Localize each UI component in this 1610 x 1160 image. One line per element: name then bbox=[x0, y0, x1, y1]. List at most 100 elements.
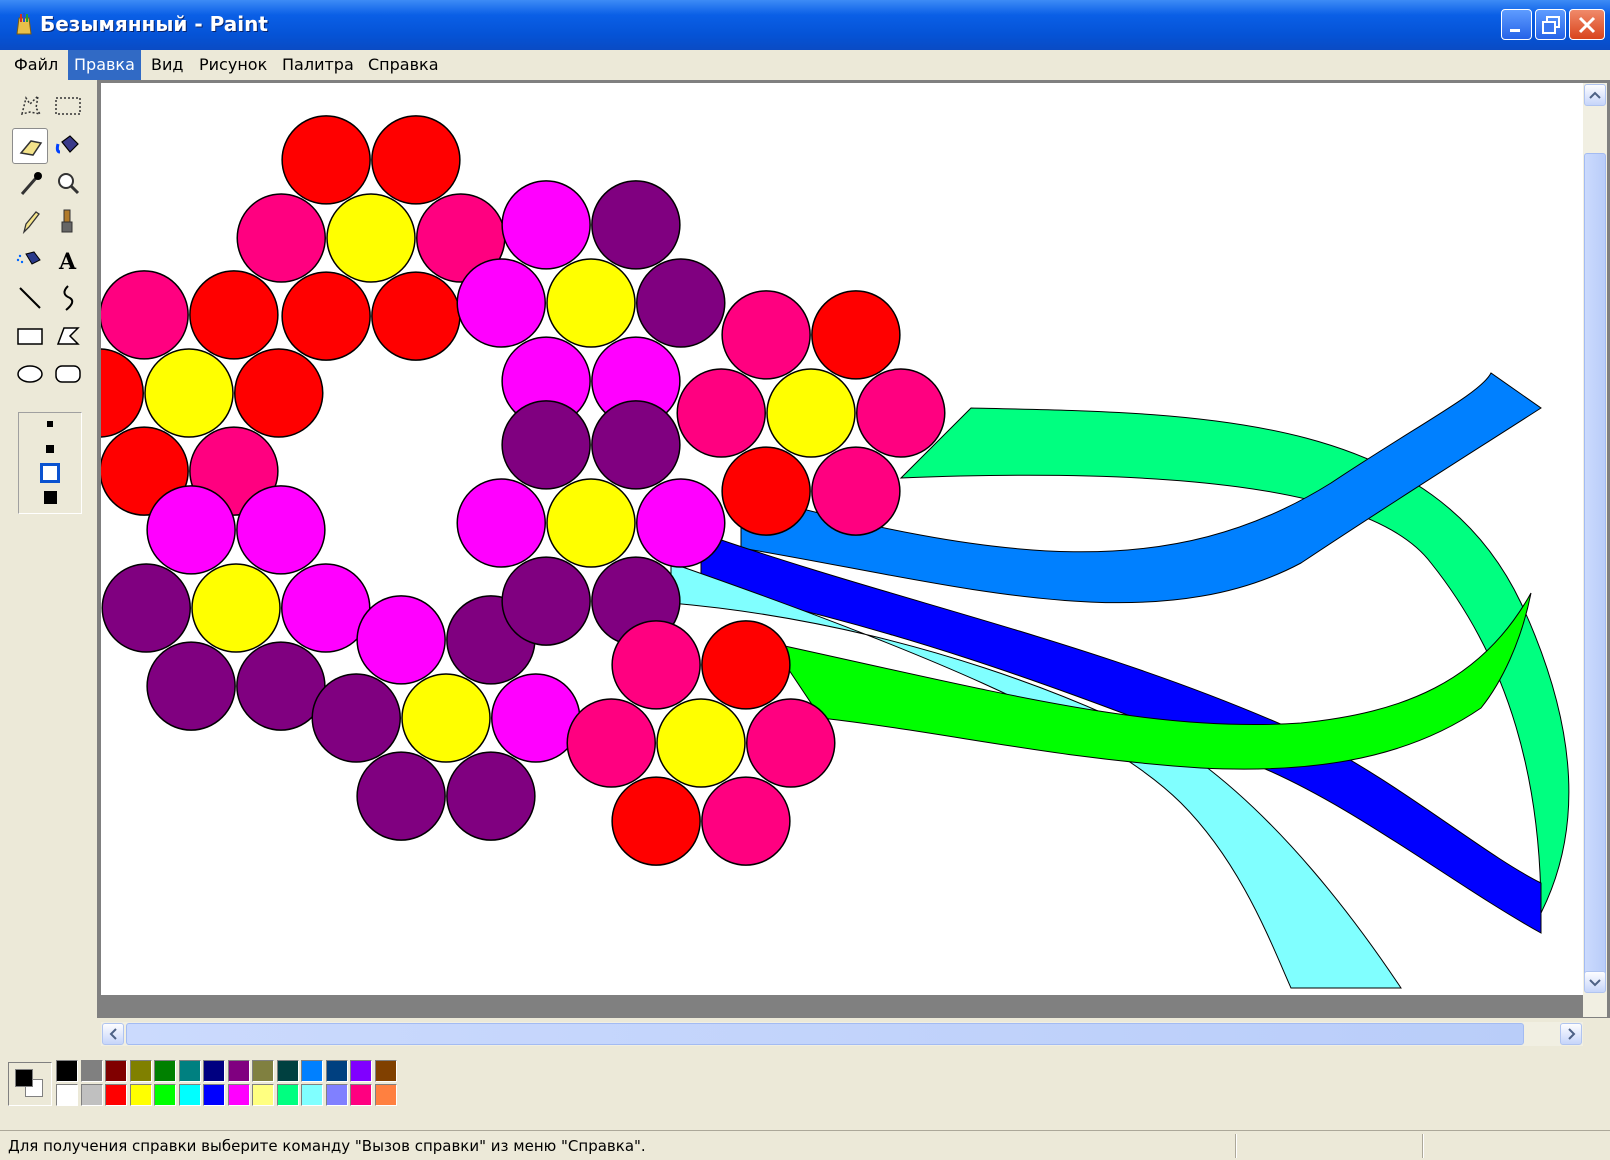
flower-petal bbox=[746, 698, 836, 788]
restore-button[interactable] bbox=[1535, 9, 1566, 40]
palette-swatch[interactable] bbox=[56, 1084, 78, 1106]
palette-swatch[interactable] bbox=[252, 1084, 274, 1106]
palette-swatch[interactable] bbox=[374, 1060, 397, 1082]
close-button[interactable] bbox=[1569, 9, 1605, 40]
menu-view[interactable]: Вид bbox=[145, 50, 189, 80]
minimize-button[interactable] bbox=[1501, 9, 1532, 40]
curve-icon bbox=[63, 285, 74, 311]
palette-swatch[interactable] bbox=[178, 1060, 201, 1082]
flower-petal bbox=[371, 115, 461, 205]
rectangle-tool[interactable] bbox=[12, 318, 48, 354]
curve-tool[interactable] bbox=[50, 280, 86, 316]
flower-petal bbox=[356, 751, 446, 841]
brush-tool[interactable] bbox=[50, 204, 86, 240]
drawing-canvas[interactable] bbox=[101, 83, 1583, 995]
scroll-up-button[interactable] bbox=[1584, 84, 1606, 106]
palette-swatch[interactable] bbox=[227, 1084, 250, 1106]
flower-petal bbox=[611, 620, 701, 710]
scroll-left-button[interactable] bbox=[102, 1023, 124, 1045]
palette-swatch[interactable] bbox=[325, 1060, 348, 1082]
flower-petal bbox=[326, 193, 416, 283]
palette-swatch[interactable] bbox=[129, 1084, 152, 1106]
palette-swatch[interactable] bbox=[178, 1084, 201, 1106]
palette-swatch[interactable] bbox=[325, 1084, 348, 1106]
text-tool[interactable]: A bbox=[50, 242, 86, 278]
pencil-tool[interactable] bbox=[12, 204, 48, 240]
current-colors[interactable] bbox=[8, 1062, 52, 1106]
eyedropper-tool[interactable] bbox=[12, 166, 48, 202]
palette-swatch[interactable] bbox=[276, 1084, 299, 1106]
flower-petal bbox=[356, 595, 446, 685]
rounded-rect-tool[interactable] bbox=[50, 356, 86, 392]
flower-petal bbox=[446, 751, 536, 841]
title-bar[interactable]: Безымянный - Paint bbox=[0, 0, 1610, 50]
palette-swatch[interactable] bbox=[301, 1084, 323, 1106]
palette-swatch[interactable] bbox=[129, 1060, 152, 1082]
palette-swatch[interactable] bbox=[154, 1084, 176, 1106]
palette-swatch[interactable] bbox=[105, 1084, 127, 1106]
menu-file[interactable]: Файл bbox=[8, 50, 64, 80]
palette-swatch[interactable] bbox=[350, 1084, 372, 1106]
flower-petal bbox=[146, 485, 236, 575]
palette-swatch[interactable] bbox=[80, 1060, 103, 1082]
flower-petal bbox=[491, 673, 581, 763]
fill-tool[interactable] bbox=[50, 128, 86, 164]
palette-swatch[interactable] bbox=[203, 1084, 225, 1106]
palette-swatch[interactable] bbox=[374, 1084, 397, 1106]
palette-swatch[interactable] bbox=[227, 1060, 250, 1082]
drawing bbox=[101, 115, 1570, 989]
flower-petal bbox=[456, 258, 546, 348]
flower-petal bbox=[234, 348, 324, 438]
scroll-right-button[interactable] bbox=[1560, 1023, 1582, 1045]
polygon-tool[interactable] bbox=[50, 318, 86, 354]
horizontal-scroll-thumb[interactable] bbox=[126, 1023, 1524, 1045]
line-tool[interactable] bbox=[12, 280, 48, 316]
status-bar: Для получения справки выберите команду "… bbox=[0, 1130, 1610, 1160]
menu-image[interactable]: Рисунок bbox=[193, 50, 273, 80]
flower-petal bbox=[146, 641, 236, 731]
brush-icon bbox=[61, 209, 73, 233]
palette-swatch[interactable] bbox=[276, 1060, 299, 1082]
scroll-down-button[interactable] bbox=[1584, 971, 1606, 993]
palette-swatch[interactable] bbox=[203, 1060, 225, 1082]
horizontal-scrollbar[interactable] bbox=[101, 1022, 1583, 1046]
fill-bucket-icon bbox=[55, 135, 79, 154]
eraser-tool[interactable] bbox=[12, 128, 48, 164]
chevron-left-icon bbox=[109, 1028, 117, 1040]
eraser-size-small[interactable] bbox=[47, 421, 53, 427]
flower-petal bbox=[811, 446, 901, 536]
menu-help[interactable]: Справка bbox=[362, 50, 445, 80]
eraser-icon bbox=[19, 140, 43, 156]
flower-petal bbox=[721, 290, 811, 380]
eraser-size-xlarge[interactable] bbox=[44, 491, 57, 504]
palette-swatch[interactable] bbox=[252, 1060, 274, 1082]
free-select-tool[interactable] bbox=[12, 88, 48, 124]
palette-swatch[interactable] bbox=[80, 1084, 103, 1106]
vertical-scrollbar[interactable] bbox=[1583, 83, 1607, 1017]
palette-swatch[interactable] bbox=[301, 1060, 323, 1082]
flower-petal bbox=[546, 478, 636, 568]
chevron-down-icon bbox=[1589, 979, 1601, 987]
flower-petal bbox=[191, 563, 281, 653]
palette-swatch[interactable] bbox=[105, 1060, 127, 1082]
flower-petal bbox=[311, 673, 401, 763]
menu-edit[interactable]: Правка bbox=[68, 50, 141, 80]
airbrush-tool[interactable] bbox=[12, 242, 48, 278]
magnifier-tool[interactable] bbox=[50, 166, 86, 202]
menu-colors[interactable]: Палитра bbox=[276, 50, 360, 80]
palette-swatch[interactable] bbox=[350, 1060, 372, 1082]
rect-select-tool[interactable] bbox=[50, 88, 86, 124]
ellipse-icon bbox=[17, 365, 43, 383]
flower-petal bbox=[501, 400, 591, 490]
vertical-scroll-thumb[interactable] bbox=[1584, 153, 1606, 983]
palette-swatch[interactable] bbox=[56, 1060, 78, 1082]
flower-petal bbox=[546, 258, 636, 348]
palette-swatch[interactable] bbox=[154, 1060, 176, 1082]
eraser-size-medium[interactable] bbox=[46, 445, 54, 453]
flower-petal bbox=[189, 270, 279, 360]
flower-petal bbox=[236, 485, 326, 575]
eraser-size-large-selected[interactable] bbox=[40, 463, 60, 483]
magnifier-icon bbox=[58, 173, 80, 195]
ellipse-tool[interactable] bbox=[12, 356, 48, 392]
rectangle-icon bbox=[17, 328, 43, 345]
